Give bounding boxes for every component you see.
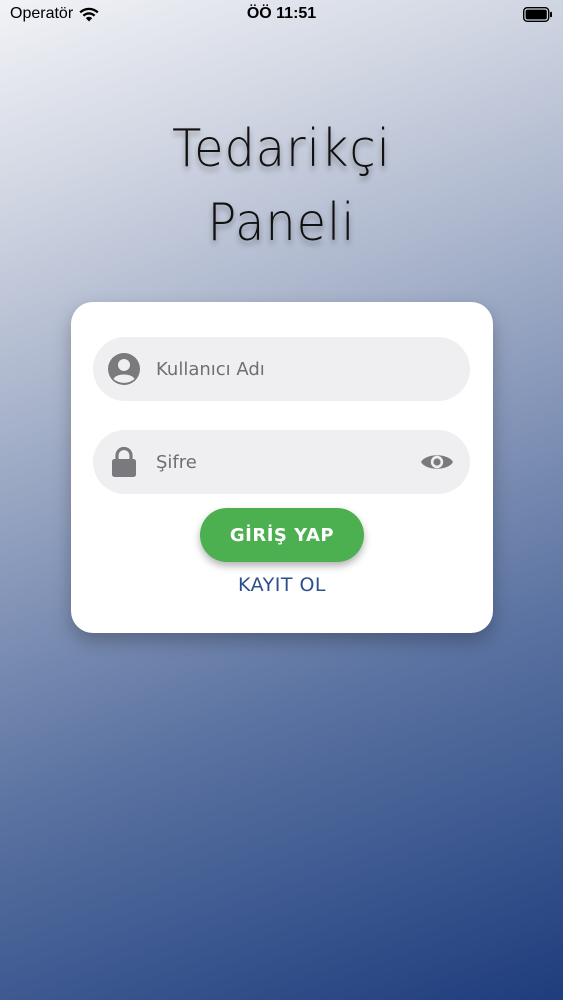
page-title: Tedarikçi Paneli (23, 112, 541, 260)
person-circle-icon (107, 352, 141, 386)
title-line-1: Tedarikçi (172, 119, 391, 179)
username-input[interactable] (154, 357, 470, 381)
password-input[interactable] (154, 450, 419, 474)
title-line-2: Paneli (207, 193, 356, 253)
battery-icon (522, 6, 553, 23)
eye-icon[interactable] (419, 444, 455, 480)
register-link[interactable]: KAYIT OL (71, 574, 493, 596)
status-time: ÖÖ 11:51 (246, 5, 317, 22)
status-bar: Operatör ÖÖ 11:51 (0, 0, 563, 30)
login-card: GİRİŞ YAP KAYIT OL (71, 302, 493, 633)
username-field[interactable] (93, 337, 470, 401)
lock-icon (107, 445, 141, 479)
login-button[interactable]: GİRİŞ YAP (200, 508, 364, 562)
password-field[interactable] (93, 430, 470, 494)
